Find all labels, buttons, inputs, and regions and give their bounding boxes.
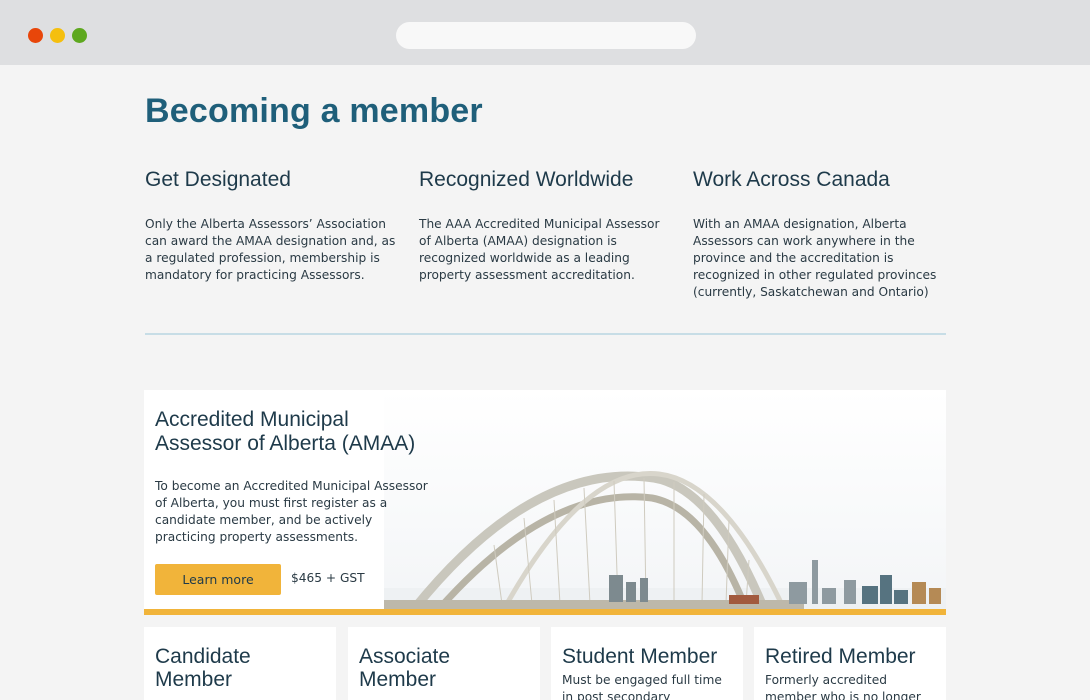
feature-text: With an AMAA designation, Alberta Assess… <box>693 217 937 299</box>
bridge-skyline-image <box>384 390 946 609</box>
feature-text: The AAA Accredited Municipal Assessor of… <box>419 217 660 282</box>
feature-heading: Get Designated <box>145 168 291 191</box>
address-bar[interactable] <box>396 22 696 49</box>
browser-toolbar <box>0 0 1090 65</box>
card-associate-member[interactable]: Associate Member <box>348 627 540 700</box>
close-window-button[interactable] <box>28 28 43 43</box>
page-title: Becoming a member <box>145 92 483 130</box>
section-divider <box>145 333 946 335</box>
card-candidate-member[interactable]: Candidate Member <box>144 627 336 700</box>
feature-text: Only the Alberta Assessors’ Association … <box>145 217 396 282</box>
card-heading: Associate Member <box>359 645 451 691</box>
card-text: Formerly accredited member who is no lon… <box>765 673 921 700</box>
card-student-member[interactable]: Student Member Must be engaged full time… <box>551 627 743 700</box>
card-retired-member[interactable]: Retired Member Formerly accredited membe… <box>754 627 946 700</box>
card-heading: Retired Member <box>765 645 916 668</box>
minimize-window-button[interactable] <box>50 28 65 43</box>
feature-work-across-canada: Work Across Canada With an AMAA designat… <box>693 166 948 301</box>
hero-description: To become an Accredited Municipal Assess… <box>155 479 428 544</box>
hero-heading: Accredited Municipal Assessor of Alberta… <box>155 408 416 455</box>
feature-recognized-worldwide: Recognized Worldwide The AAA Accredited … <box>419 166 674 284</box>
hero-accent-bar <box>144 609 946 615</box>
feature-heading: Work Across Canada <box>693 168 890 191</box>
card-text: Must be engaged full time in post second… <box>562 673 722 700</box>
hero-text-block: Accredited Municipal Assessor of Alberta… <box>155 408 430 546</box>
feature-get-designated: Get Designated Only the Alberta Assessor… <box>145 166 400 284</box>
maximize-window-button[interactable] <box>72 28 87 43</box>
membership-price: $465 + GST <box>291 571 365 585</box>
card-heading: Student Member <box>562 645 718 668</box>
amaa-hero-card: Accredited Municipal Assessor of Alberta… <box>144 390 946 615</box>
card-heading: Candidate Member <box>155 645 251 691</box>
learn-more-button[interactable]: Learn more <box>155 564 281 595</box>
feature-heading: Recognized Worldwide <box>419 168 634 191</box>
